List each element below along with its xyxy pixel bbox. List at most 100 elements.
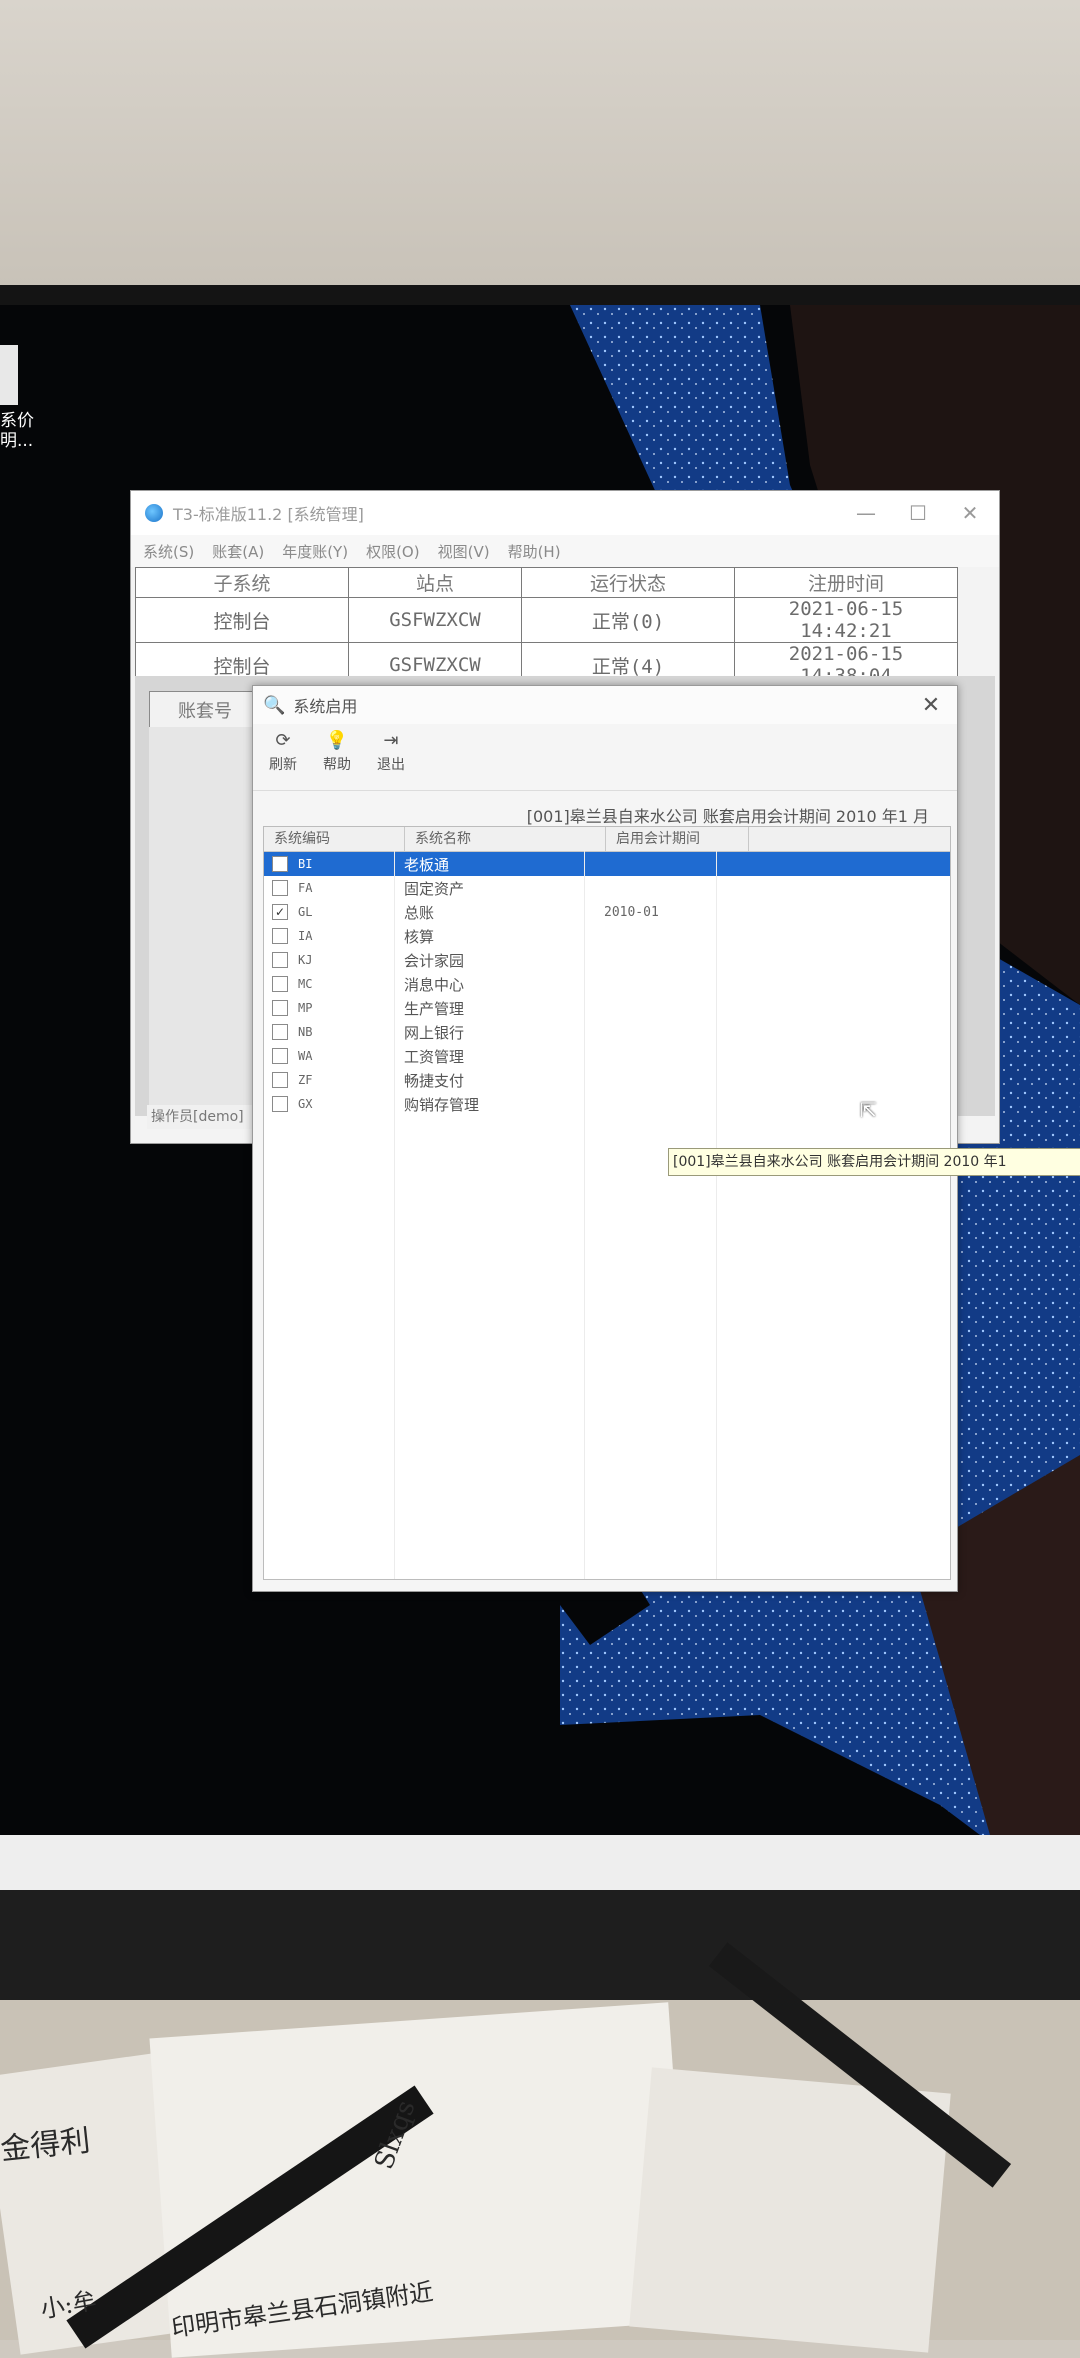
exit-button[interactable]: ⇥ 退出 — [367, 730, 415, 774]
wall-background — [0, 0, 1080, 290]
menu-view[interactable]: 视图(V) — [438, 541, 490, 562]
code-cell: GX — [264, 1096, 394, 1112]
exit-icon: ⇥ — [383, 730, 399, 751]
enable-checkbox[interactable] — [272, 1048, 288, 1064]
list-item[interactable]: WA 工资管理 — [264, 1044, 950, 1068]
list-item[interactable]: FA 固定资产 — [264, 876, 950, 900]
refresh-button[interactable]: ⟳ 刷新 — [259, 730, 307, 774]
main-menubar: 系统(S) 账套(A) 年度账(Y) 权限(O) 视图(V) 帮助(H) — [131, 535, 999, 567]
close-button[interactable]: ✕ — [947, 491, 993, 535]
system-name: 工资管理 — [404, 1047, 465, 1066]
code-cell: ✓ GL — [264, 904, 394, 920]
minimize-button[interactable]: — — [843, 491, 889, 535]
system-name: 消息中心 — [404, 975, 465, 994]
exit-label: 退出 — [377, 757, 405, 773]
enable-checkbox[interactable] — [272, 928, 288, 944]
account-period-info: [001]皋兰县自来水公司 账套启用会计期间 2010 年1 月 — [526, 807, 929, 826]
list-item[interactable]: ✓ GL 总账 2010-01 — [264, 900, 950, 924]
menu-permission[interactable]: 权限(O) — [366, 541, 420, 562]
enable-checkbox[interactable] — [272, 880, 288, 896]
column-divider — [584, 851, 585, 1579]
cell-subsystem: 控制台 — [135, 597, 349, 643]
enable-checkbox[interactable] — [272, 1000, 288, 1016]
code-cell: KJ — [264, 952, 394, 968]
account-number-header[interactable]: 账套号 — [149, 691, 261, 729]
list-item[interactable]: ZF 畅捷支付 — [264, 1068, 950, 1092]
cell-site: GSFWZXCW — [348, 597, 522, 643]
column-divider — [716, 851, 717, 1579]
account-list — [149, 727, 259, 1107]
status-bar-operator: 操作员[demo] — [147, 1105, 263, 1129]
col-header-status[interactable]: 运行状态 — [521, 567, 735, 598]
help-icon: 💡 — [325, 730, 349, 751]
main-window-title: T3-标准版11.2 [系统管理] — [173, 505, 364, 524]
system-name: 会计家园 — [404, 951, 465, 970]
list-rows: BI 老板通 FA 固定资产 ✓ GL 总账 2010-01 IA 核算 KJ 会计家园 MC 消息中心 M… — [264, 852, 950, 1116]
enable-checkbox[interactable] — [272, 1096, 288, 1112]
code-cell: WA — [264, 1048, 394, 1064]
app-logo-icon — [145, 504, 163, 522]
menu-help[interactable]: 帮助(H) — [508, 541, 561, 562]
system-name: 老板通 — [404, 855, 450, 874]
system-code: GL — [298, 905, 313, 919]
enable-checkbox[interactable] — [272, 856, 288, 872]
help-label: 帮助 — [323, 757, 351, 773]
enable-checkbox[interactable] — [272, 976, 288, 992]
enable-period: 2010-01 — [604, 904, 659, 920]
dialog-toolbar: ⟳ 刷新 💡 帮助 ⇥ 退出 — [253, 724, 957, 790]
col-header-subsystem[interactable]: 子系统 — [135, 567, 349, 598]
system-code: IA — [298, 929, 313, 943]
code-cell: MC — [264, 976, 394, 992]
enable-checkbox[interactable] — [272, 1024, 288, 1040]
system-name: 畅捷支付 — [404, 1071, 465, 1090]
system-name: 核算 — [404, 927, 435, 946]
enable-checkbox[interactable]: ✓ — [272, 904, 288, 920]
code-cell: IA — [264, 928, 394, 944]
menu-account[interactable]: 账套(A) — [212, 541, 264, 562]
system-code: WA — [298, 1049, 313, 1063]
enable-checkbox[interactable] — [272, 952, 288, 968]
system-code: GX — [298, 1097, 313, 1111]
col-header-site[interactable]: 站点 — [348, 567, 522, 598]
list-header-code[interactable]: 系统编码 — [264, 827, 405, 851]
list-item[interactable]: IA 核算 — [264, 924, 950, 948]
code-cell: BI — [264, 856, 394, 872]
list-item[interactable]: MP 生产管理 — [264, 996, 950, 1020]
subsystem-table: 子系统 站点 运行状态 注册时间 控制台 GSFWZXCW 正常(0) 2021… — [135, 567, 958, 688]
dialog-close-button[interactable]: ✕ — [911, 686, 951, 724]
code-cell: NB — [264, 1024, 394, 1040]
tooltip: [001]皋兰县自来水公司 账套启用会计期间 2010 年1 — [668, 1148, 1080, 1176]
menu-year-account[interactable]: 年度账(Y) — [282, 541, 348, 562]
maximize-button[interactable]: ☐ — [895, 491, 941, 535]
monitor-bezel-top — [0, 285, 1080, 307]
code-cell: MP — [264, 1000, 394, 1016]
list-header: 系统编码 系统名称 启用会计期间 — [264, 827, 950, 852]
menu-system[interactable]: 系统(S) — [143, 541, 194, 562]
desktop-shortcut[interactable]: 系价 明... — [0, 345, 40, 451]
list-header-period[interactable]: 启用会计期间 — [606, 827, 749, 851]
list-item[interactable]: GX 购销存管理 — [264, 1092, 950, 1116]
enable-checkbox[interactable] — [272, 1072, 288, 1088]
list-item[interactable]: KJ 会计家园 — [264, 948, 950, 972]
system-name: 生产管理 — [404, 999, 465, 1018]
system-code: MP — [298, 1001, 313, 1015]
system-name: 总账 — [404, 903, 435, 922]
cell-status: 正常(0) — [521, 597, 735, 643]
handwritten-note: 金得利 — [0, 2123, 92, 2168]
refresh-label: 刷新 — [269, 757, 297, 773]
list-item[interactable]: BI 老板通 — [264, 852, 950, 876]
list-header-name[interactable]: 系统名称 — [405, 827, 606, 851]
list-item[interactable]: NB 网上银行 — [264, 1020, 950, 1044]
table-row[interactable]: 控制台 GSFWZXCW 正常(0) 2021-06-15 14:42:21 — [135, 597, 958, 643]
help-button[interactable]: 💡 帮助 — [313, 730, 361, 774]
system-name: 网上银行 — [404, 1023, 465, 1042]
dialog-titlebar: 🔍 系统启用 ✕ — [253, 686, 957, 724]
list-item[interactable]: MC 消息中心 — [264, 972, 950, 996]
code-cell: FA — [264, 880, 394, 896]
system-code: BI — [298, 857, 313, 871]
col-header-register-time[interactable]: 注册时间 — [734, 567, 958, 598]
column-divider — [394, 851, 395, 1579]
shortcut-label: 系价 明... — [0, 411, 34, 451]
system-enable-dialog: 🔍 系统启用 ✕ ⟳ 刷新 💡 帮助 ⇥ 退出 [001]皋兰县自来水公司 账套… — [252, 685, 958, 1592]
system-code: ZF — [298, 1073, 313, 1087]
